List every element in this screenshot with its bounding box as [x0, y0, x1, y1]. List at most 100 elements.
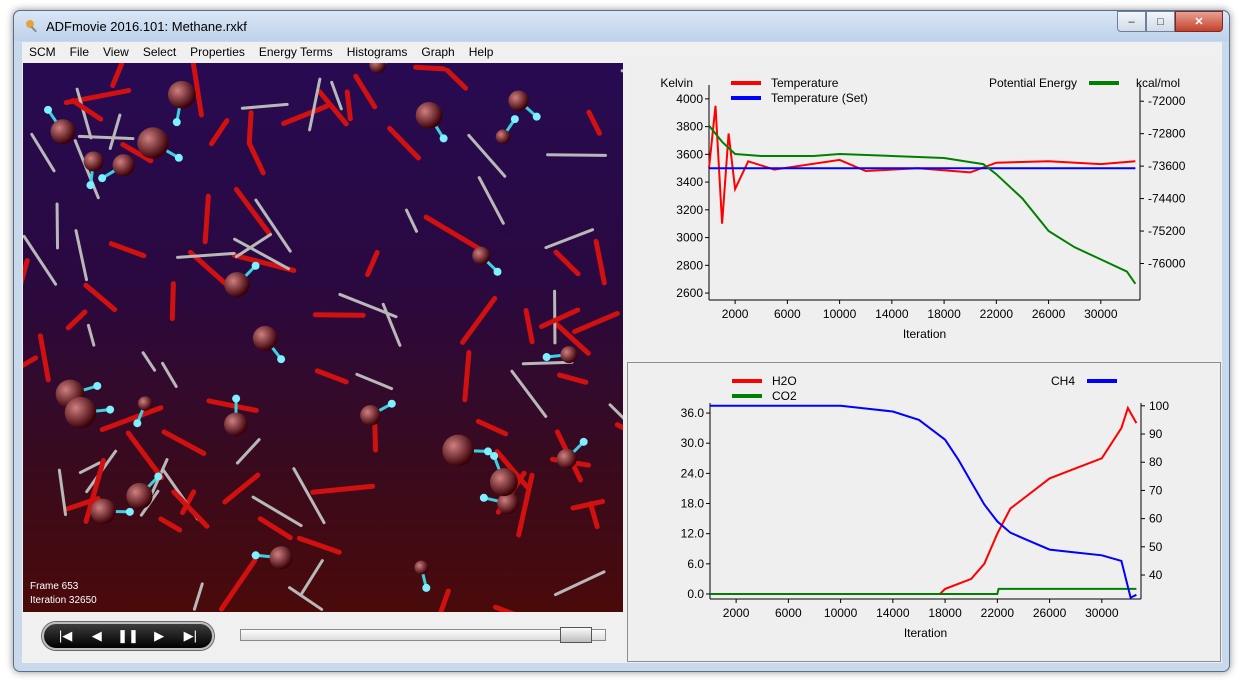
co2-bond: [475, 418, 509, 437]
co2-bond: [460, 295, 498, 345]
co2-bond: [158, 516, 183, 533]
co2-bond: [65, 309, 88, 331]
co2-bond: [110, 63, 125, 89]
hydrogen-atom: [133, 419, 142, 428]
y-tick-label: 18.0: [681, 497, 705, 511]
menu-help[interactable]: Help: [462, 45, 501, 59]
ch4-bond: [510, 369, 548, 418]
menu-select[interactable]: Select: [136, 45, 183, 59]
menu-scm[interactable]: SCM: [22, 45, 63, 59]
co2-bond: [281, 103, 330, 126]
x-tick-label: 14000: [875, 307, 909, 321]
app-icon: [26, 20, 37, 33]
y-tick-label: 6.0: [687, 557, 704, 571]
oxygen-atom: [508, 90, 529, 111]
x-axis-label: Iteration: [903, 327, 946, 341]
iteration-label: Iteration 32650: [30, 595, 97, 606]
co2-bond: [593, 238, 607, 286]
oxygen-atom: [50, 119, 76, 144]
oxygen-atom: [252, 325, 278, 351]
co2-bond: [202, 193, 211, 245]
next-frame-button[interactable]: ▶: [146, 628, 172, 644]
ch4-bond: [620, 69, 623, 73]
hydrogen-atom: [172, 118, 181, 127]
x-tick-label: 14000: [876, 606, 910, 620]
frame-slider[interactable]: [240, 627, 606, 643]
co2-bond: [206, 398, 259, 413]
ch4-bond: [355, 372, 394, 391]
co2-bond: [296, 535, 342, 555]
ch4-bond: [77, 134, 135, 141]
y2-tick-label: 50: [1149, 540, 1163, 554]
legend-label: CH4: [1051, 374, 1075, 388]
co2-bond: [556, 372, 589, 385]
co2-bond: [108, 241, 147, 259]
oxygen-atom: [369, 63, 386, 74]
oxygen-atom: [90, 498, 116, 525]
maximize-button[interactable]: □: [1146, 11, 1175, 32]
x-axis-label: Iteration: [904, 626, 947, 640]
y2-axis-label: kcal/mol: [1136, 76, 1180, 90]
hydrogen-atom: [387, 399, 396, 408]
hydrogen-atom: [232, 394, 241, 403]
previous-frame-button[interactable]: ◀: [84, 628, 110, 644]
y-tick-label: 3000: [676, 231, 703, 245]
x-tick-label: 6000: [775, 606, 802, 620]
pause-icon: ❚❚: [117, 628, 139, 643]
close-button[interactable]: ✕: [1175, 11, 1223, 32]
y-tick-label: 3800: [676, 120, 703, 134]
co2-bond: [353, 73, 378, 110]
co2-bond: [83, 282, 118, 313]
y2-tick-label: 80: [1149, 455, 1163, 469]
menu-histograms[interactable]: Histograms: [340, 45, 415, 59]
menu-view[interactable]: View: [96, 45, 136, 59]
pause-button[interactable]: ❚❚: [115, 628, 141, 644]
menu-properties[interactable]: Properties: [183, 45, 252, 59]
minimize-button[interactable]: –: [1117, 11, 1146, 32]
last-frame-button[interactable]: ▶|: [177, 628, 203, 644]
series-line: [708, 105, 1136, 224]
window-title: ADFmovie 2016.101: Methane.rxkf: [46, 19, 247, 34]
hydrogen-atom: [493, 267, 502, 276]
oxygen-atom: [224, 412, 248, 437]
species-chart[interactable]: 2000 6000 10000 14000 18000 22000 26000 30000 0.…: [628, 363, 1220, 661]
co2-bond: [218, 557, 258, 612]
co2-bond: [423, 214, 484, 253]
first-frame-button[interactable]: |◀: [53, 628, 79, 644]
x-tick-label: 6000: [774, 307, 801, 321]
title-bar[interactable]: ADFmovie 2016.101: Methane.rxkf – □ ✕: [14, 11, 1229, 41]
oxygen-atom: [112, 154, 135, 177]
menu-file[interactable]: File: [63, 45, 96, 59]
co2-bond: [438, 588, 451, 612]
co2-bond: [246, 110, 254, 146]
co2-bond: [387, 125, 422, 161]
hydrogen-atom: [251, 551, 260, 560]
app-window: ADFmovie 2016.101: Methane.rxkf – □ ✕ SC…: [13, 10, 1230, 672]
x-tick-label: 10000: [823, 307, 857, 321]
menu-energy-terms[interactable]: Energy Terms: [252, 45, 340, 59]
molecule-viewport[interactable]: Frame 653 Iteration 32650: [23, 63, 623, 612]
step-forward-icon: ▶: [154, 628, 165, 643]
hydrogen-atom: [44, 105, 53, 114]
menu-graph[interactable]: Graph: [414, 45, 461, 59]
oxygen-atom: [556, 448, 577, 469]
ch4-bond: [234, 233, 273, 259]
molecule-scene[interactable]: [23, 63, 623, 612]
ch4-bond: [544, 228, 595, 250]
hydrogen-atom: [510, 115, 519, 124]
co2-bond: [125, 430, 165, 481]
ch4-bond: [381, 302, 402, 347]
energy-chart[interactable]: 2000 6000 10000 14000 18000 22000 26000 30000 26…: [627, 63, 1222, 359]
co2-bond: [344, 89, 353, 122]
y-tick-label: 3600: [676, 147, 703, 161]
ch4-bond: [176, 251, 236, 259]
hydrogen-atom: [422, 583, 431, 592]
ch4-bond: [108, 113, 122, 150]
frame-slider-thumb[interactable]: [559, 627, 592, 643]
y-tick-label: 24.0: [681, 466, 705, 480]
ch4-bond: [30, 132, 56, 173]
co2-bond: [372, 423, 379, 453]
oxygen-atom: [414, 560, 429, 575]
ch4-bond: [141, 351, 157, 372]
energy-plot-panel: 2000 6000 10000 14000 18000 22000 26000 30000 26…: [627, 63, 1222, 359]
